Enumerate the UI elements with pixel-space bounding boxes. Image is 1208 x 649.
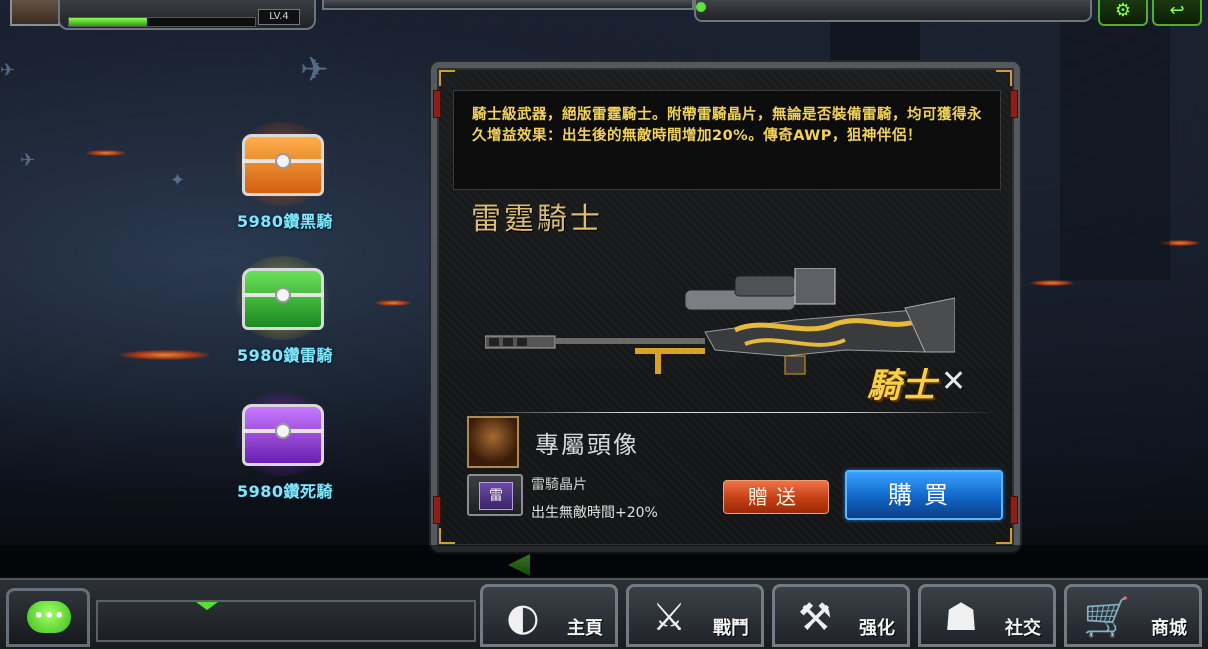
currency-frame (694, 0, 1092, 22)
player-avatar[interactable] (10, 0, 60, 26)
panel-rivet (433, 90, 441, 118)
cart-icon: 🛒 (1083, 595, 1131, 639)
back-button[interactable]: ↩ (1152, 0, 1202, 26)
weapon-detail-panel: 騎士級武器，絕版雷霆騎士。附帶雷騎晶片，無論是否裝備雷騎，均可獲得永久增益效果：… (431, 62, 1020, 552)
nav-battle[interactable]: ⚔ 戰鬥 (626, 584, 764, 647)
description-box: 騎士級武器，絕版雷霆騎士。附帶雷騎晶片，無論是否裝備雷騎，均可獲得永久增益效果：… (453, 90, 1001, 190)
background-jet: ✦ (170, 170, 186, 191)
knight-wing-icon: ✕ (941, 364, 967, 399)
chip-effect: 出生無敵時間+20% (531, 505, 658, 521)
background-jet: ✈ (20, 150, 36, 171)
xp-bar-fill (69, 18, 148, 26)
chest-label: 5980鑽雷騎 (236, 346, 334, 365)
green-chest-icon (242, 268, 324, 330)
nav-label: 强化 (859, 618, 895, 639)
panel-rivet (1010, 496, 1018, 524)
nav-shop[interactable]: 🛒 商城 (1064, 584, 1202, 647)
gift-button[interactable]: 贈送 (723, 480, 829, 514)
nav-social[interactable]: ☗ 社交 (918, 584, 1056, 647)
settings-button[interactable]: ⚙ (1098, 0, 1148, 26)
background-tower (1060, 20, 1170, 280)
people-icon: ☗ (943, 595, 979, 639)
orange-chest-icon (242, 134, 324, 196)
nav-label: 戰鬥 (713, 618, 749, 639)
background-jet: ✈ (0, 60, 16, 81)
chip-name: 雷騎晶片 (531, 477, 587, 493)
level-badge: LV.4 (258, 9, 300, 25)
chat-bubble-icon: ••• (27, 601, 71, 633)
chat-button[interactable]: ••• (6, 588, 90, 647)
weapon-description: 騎士級武器，絕版雷霆騎士。附帶雷騎晶片，無論是否裝備雷騎，均可獲得永久增益效果：… (472, 107, 982, 144)
background-spark (375, 300, 411, 306)
nav-label: 商城 (1151, 618, 1187, 639)
background-spark (120, 350, 210, 360)
bottom-overlay-strip (0, 545, 1208, 577)
nav-label: 社交 (1005, 618, 1041, 639)
top-center-frame (322, 0, 694, 10)
exclusive-avatar-label: 專屬頭像 (535, 431, 639, 459)
panel-rivet (1010, 90, 1018, 118)
top-status-bar: LV.4 ⚙ ↩ (0, 0, 1208, 34)
thunder-chip-icon: 雷 (467, 474, 523, 516)
tools-icon: ⚒ (797, 595, 833, 639)
chest-item-thunder-knight[interactable]: 5980鑽雷騎 (220, 256, 350, 366)
gem-icon (696, 2, 706, 12)
panel-rivet (433, 496, 441, 524)
home-icon: ◐ (506, 595, 540, 639)
gear-icon: ⚙ (1114, 0, 1132, 21)
background-spark (86, 150, 126, 156)
nav-upgrade[interactable]: ⚒ 强化 (772, 584, 910, 647)
xp-bar (68, 17, 256, 27)
chest-label: 5980鑽死騎 (236, 482, 334, 501)
divider (469, 412, 997, 413)
nav-home[interactable]: ◐ 主頁 (480, 584, 618, 647)
knight-rank-badge: 騎士 (867, 366, 937, 406)
buy-button[interactable]: 購買 (845, 470, 1003, 520)
background-jet: ✈ (300, 50, 329, 90)
rail-marker (196, 602, 218, 610)
nav-label: 主頁 (567, 618, 603, 639)
chat-rail (96, 600, 476, 642)
chest-item-black-knight[interactable]: 5980鑽黑騎 (220, 122, 350, 232)
panel-corner (439, 528, 455, 544)
panel-corner (996, 70, 1012, 86)
background-spark (1030, 280, 1074, 286)
chest-label: 5980鑽黑騎 (236, 212, 334, 231)
chest-item-death-knight[interactable]: 5980鑽死騎 (220, 392, 350, 502)
pistols-icon: ⚔ (651, 595, 687, 639)
chip-icon-glyph: 雷 (479, 482, 513, 510)
exclusive-avatar-icon (467, 416, 519, 468)
back-arrow-icon: ↩ (1169, 0, 1185, 21)
purple-chest-icon (242, 404, 324, 466)
panel-corner (439, 70, 455, 86)
panel-corner (996, 528, 1012, 544)
weapon-name: 雷霆騎士 (471, 202, 603, 237)
